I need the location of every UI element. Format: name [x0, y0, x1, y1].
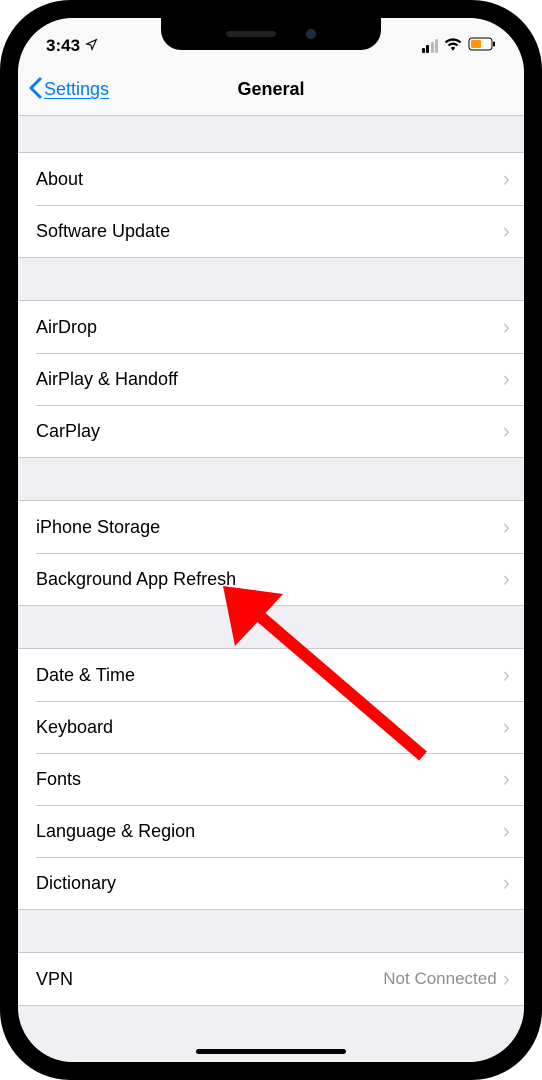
row-keyboard[interactable]: Keyboard › [18, 701, 524, 753]
status-time: 3:43 [46, 36, 80, 56]
row-label: AirDrop [36, 317, 97, 338]
row-airplay-handoff[interactable]: AirPlay & Handoff › [18, 353, 524, 405]
chevron-right-icon: › [503, 872, 510, 894]
section-gap [18, 258, 524, 300]
chevron-right-icon: › [503, 716, 510, 738]
row-label: Fonts [36, 769, 81, 790]
home-indicator[interactable] [196, 1049, 346, 1054]
row-label: Keyboard [36, 717, 113, 738]
row-label: Date & Time [36, 665, 135, 686]
row-software-update[interactable]: Software Update › [18, 205, 524, 257]
row-label: VPN [36, 969, 73, 990]
status-right [422, 37, 497, 56]
chevron-right-icon: › [503, 568, 510, 590]
row-label: About [36, 169, 83, 190]
phone-frame: 3:43 [0, 0, 542, 1080]
section-4: VPN Not Connected › [18, 952, 524, 1006]
battery-icon [468, 37, 496, 56]
notch [161, 18, 381, 50]
back-label: Settings [44, 79, 109, 100]
row-fonts[interactable]: Fonts › [18, 753, 524, 805]
row-about[interactable]: About › [18, 153, 524, 205]
back-button[interactable]: Settings [28, 77, 109, 103]
row-date-time[interactable]: Date & Time › [18, 649, 524, 701]
row-vpn[interactable]: VPN Not Connected › [18, 953, 524, 1005]
row-label: Dictionary [36, 873, 116, 894]
section-gap [18, 606, 524, 648]
row-carplay[interactable]: CarPlay › [18, 405, 524, 457]
section-3: Date & Time › Keyboard › Fonts › Languag… [18, 648, 524, 910]
section-1: AirDrop › AirPlay & Handoff › CarPlay › [18, 300, 524, 458]
row-label: Language & Region [36, 821, 195, 842]
row-label: AirPlay & Handoff [36, 369, 178, 390]
row-background-app-refresh[interactable]: Background App Refresh › [18, 553, 524, 605]
cellular-signal-icon [422, 39, 439, 53]
row-airdrop[interactable]: AirDrop › [18, 301, 524, 353]
chevron-right-icon: › [503, 168, 510, 190]
camera-icon [306, 29, 316, 39]
status-left: 3:43 [46, 36, 98, 56]
chevron-right-icon: › [503, 316, 510, 338]
page-title: General [237, 79, 304, 100]
nav-bar: Settings General [18, 64, 524, 116]
chevron-right-icon: › [503, 664, 510, 686]
chevron-left-icon [28, 77, 42, 103]
chevron-right-icon: › [503, 368, 510, 390]
section-0: About › Software Update › [18, 152, 524, 258]
screen: 3:43 [18, 18, 524, 1062]
location-arrow-icon [85, 36, 98, 56]
row-value: Not Connected [383, 969, 496, 989]
row-label: Software Update [36, 221, 170, 242]
row-label: iPhone Storage [36, 517, 160, 538]
section-gap [18, 116, 524, 152]
row-language-region[interactable]: Language & Region › [18, 805, 524, 857]
chevron-right-icon: › [503, 420, 510, 442]
section-gap [18, 910, 524, 952]
chevron-right-icon: › [503, 968, 510, 990]
section-2: iPhone Storage › Background App Refresh … [18, 500, 524, 606]
wifi-icon [444, 37, 462, 56]
chevron-right-icon: › [503, 516, 510, 538]
section-gap [18, 458, 524, 500]
row-label: Background App Refresh [36, 569, 236, 590]
chevron-right-icon: › [503, 768, 510, 790]
chevron-right-icon: › [503, 220, 510, 242]
settings-content[interactable]: About › Software Update › AirDrop › AirP… [18, 116, 524, 1062]
row-label: CarPlay [36, 421, 100, 442]
speaker [226, 31, 276, 37]
row-iphone-storage[interactable]: iPhone Storage › [18, 501, 524, 553]
chevron-right-icon: › [503, 820, 510, 842]
row-dictionary[interactable]: Dictionary › [18, 857, 524, 909]
